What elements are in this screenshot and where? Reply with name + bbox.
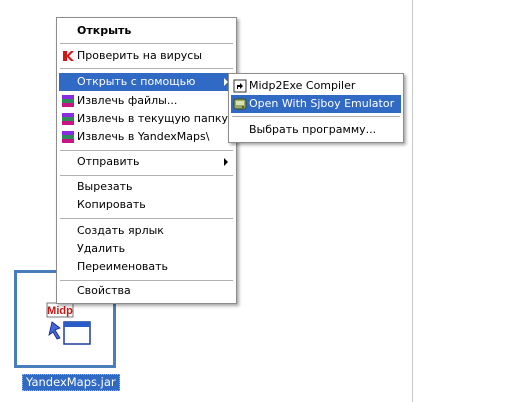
menu-separator <box>232 116 400 117</box>
menu-item-label: Открыть с помощью <box>77 75 196 88</box>
menu-item-label: Выбрать программу... <box>249 123 377 136</box>
menu-item-extract-to-folder[interactable]: Извлечь в YandexMaps\ <box>59 128 234 146</box>
menu-item-label: Извлечь файлы... <box>77 94 178 107</box>
menu-item-copy[interactable]: Копировать <box>59 196 234 214</box>
menu-item-label: Вырезать <box>77 180 133 193</box>
menu-item-label: Midp2Exe Compiler <box>249 79 356 92</box>
menu-item-label: Переименовать <box>77 260 169 273</box>
jar-icon-text: Midp <box>47 305 73 317</box>
winrar-icon <box>62 131 74 143</box>
winrar-icon <box>62 113 74 125</box>
menu-item-label: Открыть <box>77 24 132 37</box>
menu-item-virus-scan[interactable]: Проверить на вирусы <box>59 47 234 65</box>
menu-item-label: Проверить на вирусы <box>77 49 203 62</box>
menu-item-label: Создать ярлык <box>77 224 164 237</box>
submenu-item-sjboy-emulator[interactable]: Open With Sjboy Emulator <box>231 95 401 113</box>
menu-separator <box>60 150 233 151</box>
kaspersky-icon <box>63 51 74 61</box>
menu-item-label: Отправить <box>77 155 140 168</box>
submenu-arrow-icon <box>224 158 228 166</box>
menu-separator <box>60 218 233 219</box>
open-with-submenu: Midp2Exe Compiler Open With Sjboy Emulat… <box>228 73 404 143</box>
menu-item-create-shortcut[interactable]: Создать ярлык <box>59 222 234 240</box>
menu-item-extract-files[interactable]: Извлечь файлы... <box>59 92 234 110</box>
menu-item-label: Извлечь в YandexMaps\ <box>77 130 210 143</box>
menu-separator <box>60 280 233 281</box>
submenu-item-midp2exe[interactable]: Midp2Exe Compiler <box>231 77 401 95</box>
menu-item-label: Свойства <box>77 284 131 297</box>
menu-item-send-to[interactable]: Отправить <box>59 153 234 171</box>
context-menu: Открыть Проверить на вирусы Открыть с по… <box>56 17 237 304</box>
emulator-icon <box>233 98 247 110</box>
menu-item-rename[interactable]: Переименовать <box>59 258 234 276</box>
menu-item-label: Извлечь в текущую папку <box>77 112 229 125</box>
menu-item-cut[interactable]: Вырезать <box>59 178 234 196</box>
menu-separator <box>60 175 233 176</box>
submenu-item-choose-program[interactable]: Выбрать программу... <box>231 121 401 139</box>
jar-file-icon[interactable]: Midp <box>46 302 92 348</box>
menu-item-delete[interactable]: Удалить <box>59 240 234 258</box>
menu-item-label: Копировать <box>77 198 146 211</box>
shortcut-icon <box>233 79 247 93</box>
menu-item-open-with[interactable]: Открыть с помощью <box>59 73 234 91</box>
winrar-icon <box>62 95 74 107</box>
menu-item-label: Open With Sjboy Emulator <box>249 97 395 110</box>
menu-separator <box>60 43 233 44</box>
file-name-label[interactable]: YandexMaps.jar <box>22 374 120 391</box>
menu-item-open[interactable]: Открыть <box>59 22 234 40</box>
menu-separator <box>60 68 233 69</box>
menu-item-extract-here[interactable]: Извлечь в текущую папку <box>59 110 234 128</box>
menu-item-properties[interactable]: Свойства <box>59 282 234 300</box>
window-edge <box>412 0 413 402</box>
menu-item-label: Удалить <box>77 242 126 255</box>
